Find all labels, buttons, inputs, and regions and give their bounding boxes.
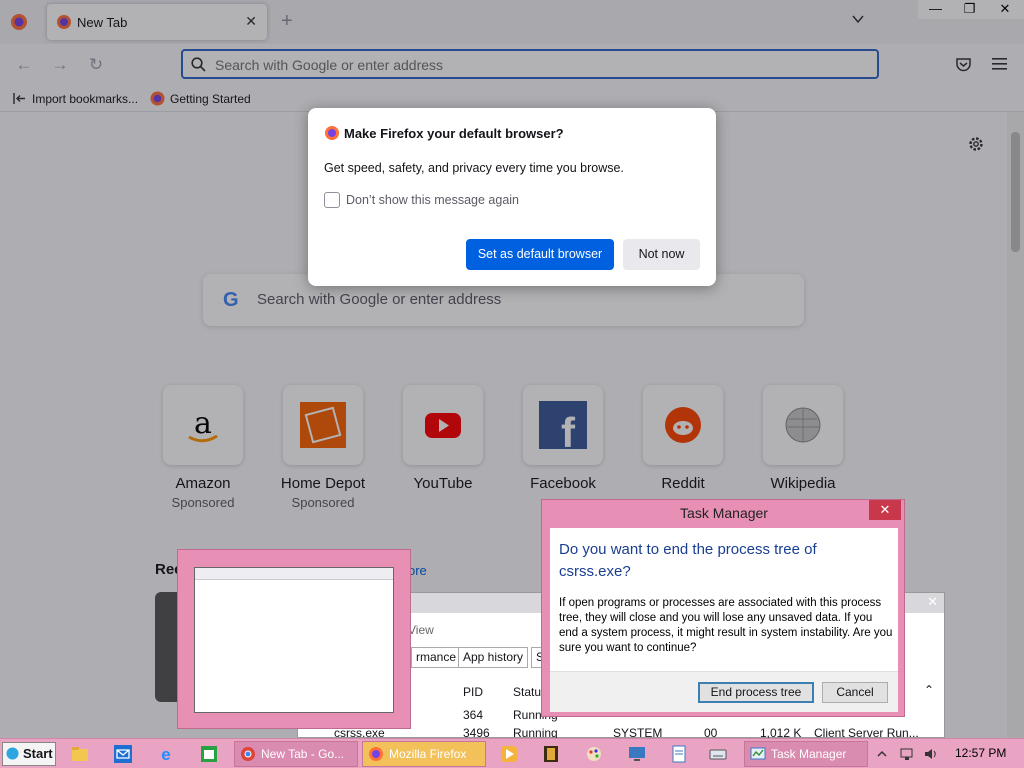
film-icon[interactable] xyxy=(541,744,561,764)
column-header-pid[interactable]: PID xyxy=(463,685,483,699)
menu-view[interactable]: View xyxy=(408,623,434,637)
dialog-message: Get speed, safety, and privacy every tim… xyxy=(324,161,624,175)
volume-icon[interactable] xyxy=(923,746,939,762)
taskbar-button-task-manager[interactable]: Task Manager xyxy=(744,741,868,767)
firefox-icon xyxy=(369,747,383,761)
start-button[interactable]: Start xyxy=(2,742,56,766)
default-browser-dialog: Make Firefox your default browser? Get s… xyxy=(308,108,716,286)
dialog-panel: Do you want to end the process tree of c… xyxy=(550,528,898,712)
dialog-question: Do you want to end the process tree of c… xyxy=(559,541,817,580)
end-process-tree-button[interactable]: End process tree xyxy=(698,682,814,703)
notepad-icon[interactable] xyxy=(669,744,689,764)
dont-show-again-label[interactable]: Don’t show this message again xyxy=(346,193,519,207)
task-manager-icon xyxy=(750,747,766,760)
show-hidden-icons-icon[interactable] xyxy=(874,746,890,762)
taskbar-button-label: Mozilla Firefox xyxy=(389,747,467,761)
internet-explorer-icon[interactable]: e xyxy=(156,744,176,764)
cancel-button[interactable]: Cancel xyxy=(822,682,888,703)
preview-toolbar xyxy=(195,568,393,580)
dialog-title: Make Firefox your default browser? xyxy=(344,126,564,141)
close-dialog-button[interactable]: ✕ xyxy=(869,500,901,520)
mail-icon[interactable] xyxy=(113,744,133,764)
start-label: Start xyxy=(23,746,53,761)
remote-desktop-icon[interactable] xyxy=(627,744,647,764)
file-explorer-icon[interactable] xyxy=(70,744,90,764)
windows-logo-icon xyxy=(6,747,19,760)
keyboard-icon[interactable] xyxy=(708,744,728,764)
svg-text:e: e xyxy=(161,745,170,764)
network-icon[interactable] xyxy=(899,746,915,762)
dont-show-again-checkbox[interactable] xyxy=(324,192,340,208)
dialog-button-row: End process tree Cancel xyxy=(550,671,898,712)
dialog-title: Task Manager xyxy=(680,505,768,521)
preview-window-image xyxy=(194,567,394,713)
tab-performance[interactable]: rmance xyxy=(411,647,462,668)
taskbar: Start e New Tab - Go... Mozilla Firefox … xyxy=(0,738,1024,768)
taskbar-button-label: Task Manager xyxy=(771,747,847,761)
row-pid: 364 xyxy=(463,708,484,722)
close-icon[interactable]: ✕ xyxy=(927,594,938,610)
column-header-status[interactable]: Statu xyxy=(513,685,541,699)
paint-icon[interactable] xyxy=(584,744,604,764)
store-icon[interactable] xyxy=(199,744,219,764)
set-default-browser-button[interactable]: Set as default browser xyxy=(466,239,614,270)
taskbar-button-firefox[interactable]: Mozilla Firefox xyxy=(362,741,486,767)
taskbar-button-chrome[interactable]: New Tab - Go... xyxy=(234,741,358,767)
not-now-button[interactable]: Not now xyxy=(623,239,700,270)
media-player-icon[interactable] xyxy=(499,744,519,764)
firefox-logo-icon xyxy=(325,126,339,140)
end-process-tree-dialog: Task Manager ✕ Do you want to end the pr… xyxy=(541,499,905,717)
taskbar-thumbnail-preview[interactable] xyxy=(177,549,411,729)
dialog-message: If open programs or processes are associ… xyxy=(559,597,893,654)
chrome-icon xyxy=(241,747,255,761)
tab-app-history[interactable]: App history xyxy=(458,647,529,668)
scroll-up-icon[interactable]: ⌃ xyxy=(924,683,934,697)
taskbar-button-label: New Tab - Go... xyxy=(261,747,345,761)
taskbar-clock[interactable]: 12:57 PM xyxy=(955,746,1006,760)
